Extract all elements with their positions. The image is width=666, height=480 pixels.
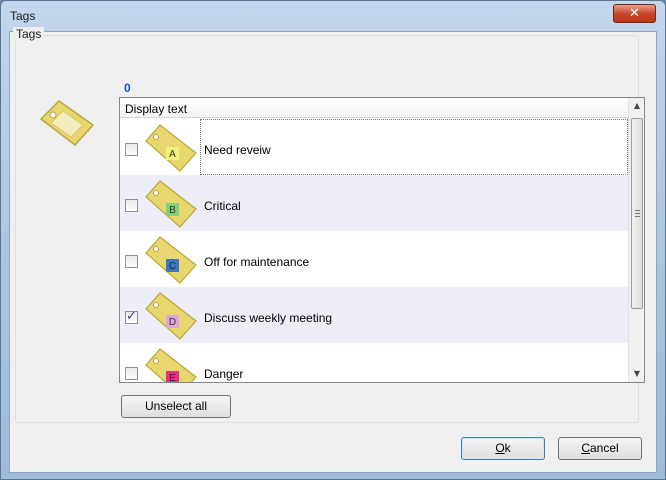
focus-rectangle <box>200 119 628 175</box>
tag-icon: E <box>145 348 197 382</box>
unselect-all-button[interactable]: Unselect all <box>121 395 231 418</box>
scroll-thumb[interactable] <box>631 118 643 309</box>
tag-icon: A <box>145 124 197 172</box>
checkbox[interactable] <box>125 255 138 268</box>
tag-letter: E <box>169 373 176 382</box>
column-header-label: Display text <box>125 102 188 116</box>
unselect-all-label: Unselect all <box>144 399 208 413</box>
tag-letter: A <box>169 149 176 160</box>
scroll-up-icon[interactable]: ▲ <box>629 98 645 114</box>
vertical-scrollbar[interactable]: ▲ ▼ <box>628 98 644 382</box>
tag-icon: B <box>145 180 197 228</box>
ok-button[interactable]: Ok <box>461 437 545 460</box>
list-item-label: Discuss weekly meeting <box>204 311 333 325</box>
cancel-mnemonic: C <box>581 441 590 455</box>
title-bar: Tags ✕ <box>1 1 665 31</box>
tag-letter: D <box>169 317 176 328</box>
checkbox[interactable] <box>125 367 138 380</box>
list-item[interactable]: A Need reveiw <box>120 119 628 175</box>
cancel-button[interactable]: Cancel <box>558 437 642 460</box>
tag-icon <box>39 100 95 147</box>
list-item-label: Critical <box>204 199 241 213</box>
close-icon: ✕ <box>629 6 640 21</box>
checkbox[interactable] <box>125 199 138 212</box>
list-item[interactable]: ✓ D Discuss weekly meeting <box>120 287 628 343</box>
tag-icon: C <box>145 236 197 284</box>
tags-list[interactable]: Display text A Need reveiw B Critical C … <box>119 97 645 383</box>
tags-list-rows: A Need reveiw B Critical C Off for maint… <box>120 119 628 382</box>
grip-icon <box>635 210 640 217</box>
list-item-label: Danger <box>204 367 244 381</box>
selected-count: 0 <box>124 81 131 95</box>
ok-label-rest: k <box>504 441 511 455</box>
close-button[interactable]: ✕ <box>613 4 656 23</box>
groupbox-label: Tags <box>13 27 45 41</box>
ok-mnemonic: O <box>495 441 505 455</box>
list-item[interactable]: B Critical <box>120 175 628 231</box>
cancel-label-rest: ancel <box>589 441 619 455</box>
checkmark-icon: ✓ <box>126 309 137 324</box>
list-item[interactable]: E Danger <box>120 343 628 382</box>
checkbox[interactable] <box>125 143 138 156</box>
checkbox[interactable]: ✓ <box>125 309 138 324</box>
list-item-label: Off for maintenance <box>204 255 310 269</box>
tag-letter: B <box>169 205 176 216</box>
scroll-down-icon[interactable]: ▼ <box>629 366 645 382</box>
tag-icon: D <box>145 292 197 340</box>
tags-dialog-window: Tags ✕ Tags 0 Display text A Need reveiw… <box>0 0 666 480</box>
window-title: Tags <box>10 9 36 23</box>
list-item[interactable]: C Off for maintenance <box>120 231 628 287</box>
tag-letter: C <box>169 261 176 272</box>
column-header-display-text[interactable]: Display text <box>120 98 628 118</box>
